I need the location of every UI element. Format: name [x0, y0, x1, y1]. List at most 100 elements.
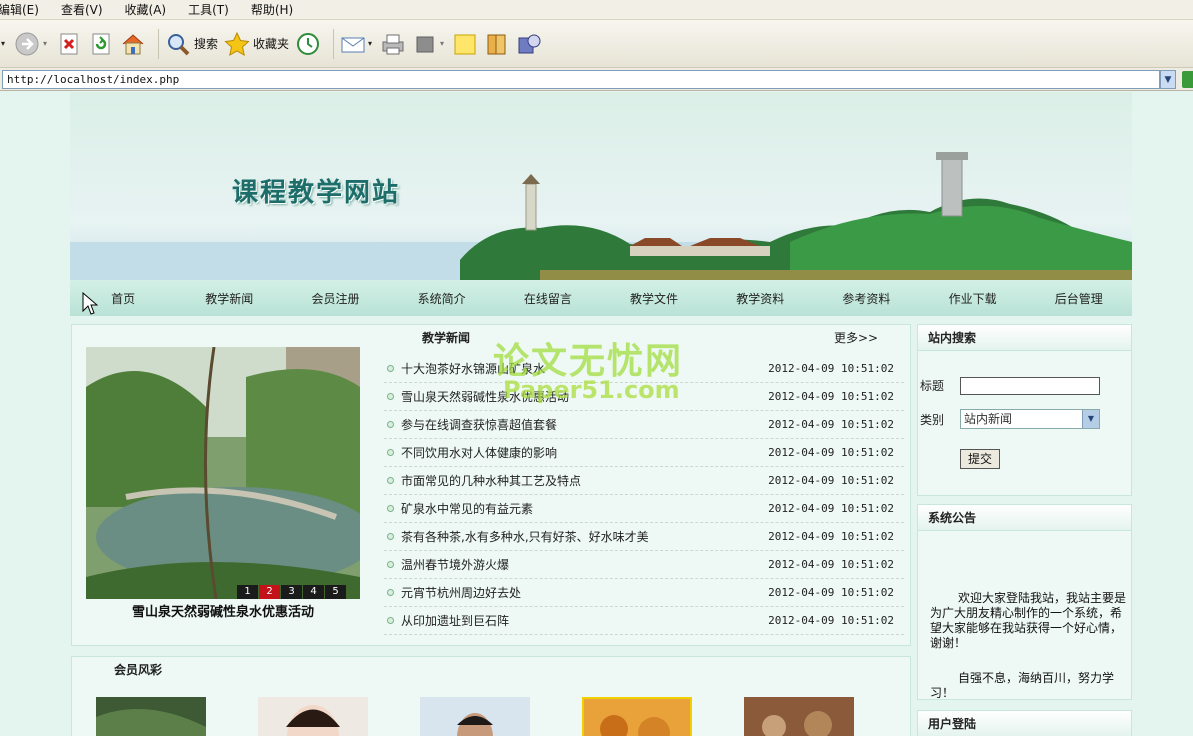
star-icon: [224, 31, 250, 57]
mail-button[interactable]: ▾: [340, 27, 374, 61]
bullet-icon: [387, 617, 394, 624]
menu-edit[interactable]: 编辑(E): [0, 1, 47, 18]
chevron-down-icon: ▾: [368, 39, 373, 48]
search-button[interactable]: 搜索: [165, 27, 218, 61]
messenger-button[interactable]: [516, 27, 542, 61]
menu-tools[interactable]: 工具(T): [188, 1, 237, 18]
featured-photo[interactable]: 1 2 3 4 5: [86, 347, 360, 599]
news-item[interactable]: 元宵节杭州周边好去处 2012-04-09 10:51:02: [384, 579, 904, 607]
news-date: 2012-04-09 10:51:02: [768, 390, 894, 403]
nav-documents[interactable]: 教学文件: [601, 290, 707, 307]
address-bar: http://localhost/index.php ▼: [0, 68, 1193, 91]
news-title[interactable]: 矿泉水中常见的有益元素: [401, 500, 768, 517]
nav-homework[interactable]: 作业下载: [920, 290, 1026, 307]
nav-materials[interactable]: 教学资料: [707, 290, 813, 307]
nav-admin[interactable]: 后台管理: [1026, 290, 1132, 307]
pager-2[interactable]: 2: [259, 585, 280, 599]
toolbar-divider: [333, 28, 335, 59]
member-photo[interactable]: [420, 697, 530, 736]
pager-1[interactable]: 1: [237, 585, 258, 599]
address-input[interactable]: http://localhost/index.php: [2, 70, 1160, 89]
address-dropdown[interactable]: ▼: [1160, 70, 1176, 89]
news-item[interactable]: 茶有各种茶,水有多种水,只有好茶、好水味才美 2012-04-09 10:51:0…: [384, 523, 904, 551]
pager-5[interactable]: 5: [325, 585, 346, 599]
nav-about[interactable]: 系统简介: [389, 290, 495, 307]
forward-button[interactable]: ▾: [14, 27, 50, 61]
stop-icon: [56, 31, 82, 57]
watermark-logo: 论文无忧网 Paper51.com: [493, 332, 713, 412]
bullet-icon: [387, 505, 394, 512]
news-title[interactable]: 市面常见的几种水种其工艺及特点: [401, 472, 768, 489]
news-title[interactable]: 元宵节杭州周边好去处: [401, 584, 768, 601]
slideshow-pager: 1 2 3 4 5: [236, 585, 346, 599]
member-photo[interactable]: [582, 697, 692, 736]
news-item[interactable]: 从印加遗址到巨石阵 2012-04-09 10:51:02: [384, 607, 904, 635]
news-date: 2012-04-09 10:51:02: [768, 502, 894, 515]
member-photo[interactable]: [96, 697, 206, 736]
banner-landscape-image: [70, 92, 1132, 280]
edit-button[interactable]: ▾: [412, 27, 446, 61]
nav-news[interactable]: 教学新闻: [176, 290, 282, 307]
web-page: 课程教学网站 首页 教学新闻 会员注册 系统简介 在线留言 教学文件 教学资料 …: [0, 92, 1193, 736]
stop-button[interactable]: [56, 27, 82, 61]
chevron-down-icon: ▾: [0, 39, 5, 48]
bullet-icon: [387, 477, 394, 484]
home-button[interactable]: [120, 27, 146, 61]
bullet-icon: [387, 589, 394, 596]
research-button[interactable]: [484, 27, 510, 61]
note-icon: [452, 31, 478, 57]
search-icon: [165, 31, 191, 57]
member-photo[interactable]: [744, 697, 854, 736]
bullet-icon: [387, 561, 394, 568]
user-login-panel: 用户登陆: [917, 710, 1132, 736]
chevron-down-icon: ▾: [42, 39, 47, 48]
news-more-link[interactable]: 更多>>: [834, 329, 878, 346]
news-title[interactable]: 茶有各种茶,水有多种水,只有好茶、好水味才美: [401, 528, 768, 545]
news-item[interactable]: 矿泉水中常见的有益元素 2012-04-09 10:51:02: [384, 495, 904, 523]
news-date: 2012-04-09 10:51:02: [768, 446, 894, 459]
chevron-down-icon: ▼: [1164, 74, 1172, 85]
back-dropdown[interactable]: ▾: [0, 27, 8, 61]
news-title[interactable]: 从印加遗址到巨石阵: [401, 612, 768, 629]
news-date: 2012-04-09 10:51:02: [768, 362, 894, 375]
go-button[interactable]: [1182, 71, 1193, 88]
menu-view[interactable]: 查看(V): [61, 1, 111, 18]
pager-3[interactable]: 3: [281, 585, 302, 599]
news-title[interactable]: 参与在线调查获惊喜超值套餐: [401, 416, 768, 433]
menu-favorites[interactable]: 收藏(A): [125, 1, 175, 18]
favorites-button[interactable]: 收藏夹: [224, 27, 289, 61]
news-item[interactable]: 温州春节境外游火爆 2012-04-09 10:51:02: [384, 551, 904, 579]
discuss-button[interactable]: [452, 27, 478, 61]
nav-register[interactable]: 会员注册: [282, 290, 388, 307]
search-label: 搜索: [194, 37, 219, 51]
news-date: 2012-04-09 10:51:02: [768, 586, 894, 599]
nav-references[interactable]: 参考资料: [813, 290, 919, 307]
main-nav: 首页 教学新闻 会员注册 系统简介 在线留言 教学文件 教学资料 参考资料 作业…: [70, 280, 1132, 316]
member-photo[interactable]: [258, 697, 368, 736]
site-title: 课程教学网站: [232, 178, 401, 208]
featured-photo-image: [86, 347, 360, 599]
system-notice-panel: 系统公告 欢迎大家登陆我站，我站主要是为广大朋友精心制作的一个系统，希望大家能够…: [917, 504, 1132, 700]
edit-icon: [412, 31, 438, 57]
refresh-button[interactable]: [88, 27, 114, 61]
nav-guestbook[interactable]: 在线留言: [495, 290, 601, 307]
title-input[interactable]: [960, 377, 1100, 395]
menu-help[interactable]: 帮助(H): [251, 1, 301, 18]
news-title[interactable]: 不同饮用水对人体健康的影响: [401, 444, 768, 461]
notice-text: 欢迎大家登陆我站，我站主要是为广大朋友精心制作的一个系统，希望大家能够在我站获得…: [930, 591, 1127, 650]
submit-button[interactable]: 提交: [960, 449, 1000, 469]
news-item[interactable]: 不同饮用水对人体健康的影响 2012-04-09 10:51:02: [384, 439, 904, 467]
category-value: 站内新闻: [964, 412, 1013, 426]
print-button[interactable]: [380, 27, 406, 61]
news-title[interactable]: 温州春节境外游火爆: [401, 556, 768, 573]
news-item[interactable]: 市面常见的几种水种其工艺及特点 2012-04-09 10:51:02: [384, 467, 904, 495]
history-button[interactable]: [295, 27, 321, 61]
news-item[interactable]: 参与在线调查获惊喜超值套餐 2012-04-09 10:51:02: [384, 411, 904, 439]
chevron-down-icon: ▼: [1082, 410, 1099, 428]
news-date: 2012-04-09 10:51:02: [768, 418, 894, 431]
news-date: 2012-04-09 10:51:02: [768, 530, 894, 543]
bullet-icon: [387, 421, 394, 428]
pager-4[interactable]: 4: [303, 585, 324, 599]
category-select[interactable]: 站内新闻 ▼: [960, 409, 1100, 429]
featured-caption[interactable]: 雪山泉天然弱碱性泉水优惠活动: [86, 601, 360, 620]
